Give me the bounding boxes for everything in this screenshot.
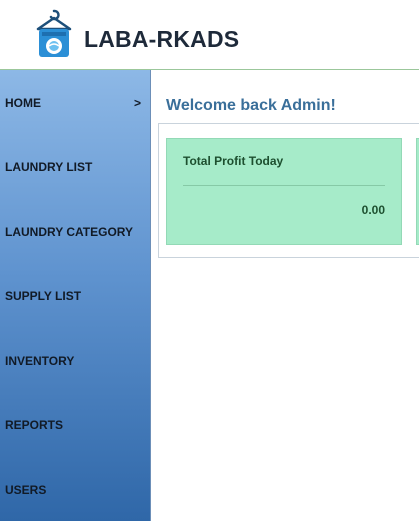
card-divider bbox=[183, 185, 385, 186]
sidebar-item-home[interactable]: HOME > bbox=[0, 88, 151, 118]
sidebar-item-laundry-list[interactable]: LAUNDRY LIST bbox=[0, 152, 151, 182]
main-content: Welcome back Admin! Total Profit Today 0… bbox=[152, 70, 419, 521]
sidebar-item-users[interactable]: USERS bbox=[0, 475, 151, 505]
sidebar-item-label: LAUNDRY LIST bbox=[5, 160, 93, 174]
welcome-heading: Welcome back Admin! bbox=[166, 97, 336, 114]
sidebar-item-label: LAUNDRY CATEGORY bbox=[5, 225, 134, 239]
sidebar-item-inventory[interactable]: INVENTORY bbox=[0, 346, 151, 376]
sidebar-item-laundry-category[interactable]: LAUNDRY CATEGORY bbox=[0, 217, 151, 247]
sidebar-nav: HOME > LAUNDRY LIST LAUNDRY CATEGORY SUP… bbox=[0, 70, 151, 521]
total-profit-card: Total Profit Today 0.00 bbox=[166, 138, 402, 245]
brand-name: LABA-RKADS bbox=[84, 26, 240, 52]
sidebar-item-label: HOME bbox=[5, 96, 41, 110]
app-header: LABA-RKADS bbox=[0, 0, 419, 70]
sidebar-item-label: REPORTS bbox=[5, 418, 64, 432]
sidebar-item-reports[interactable]: REPORTS bbox=[0, 410, 151, 440]
card-title: Total Profit Today bbox=[183, 154, 284, 168]
laundry-logo-icon bbox=[36, 9, 72, 57]
dashboard-panel: Total Profit Today 0.00 bbox=[158, 123, 419, 258]
chevron-right-icon: > bbox=[133, 96, 141, 110]
sidebar-item-label: SUPPLY LIST bbox=[5, 289, 82, 303]
card-value: 0.00 bbox=[361, 203, 385, 217]
sidebar-item-label: USERS bbox=[5, 483, 47, 497]
sidebar-item-supply-list[interactable]: SUPPLY LIST bbox=[0, 281, 151, 311]
sidebar-item-label: INVENTORY bbox=[5, 354, 75, 368]
